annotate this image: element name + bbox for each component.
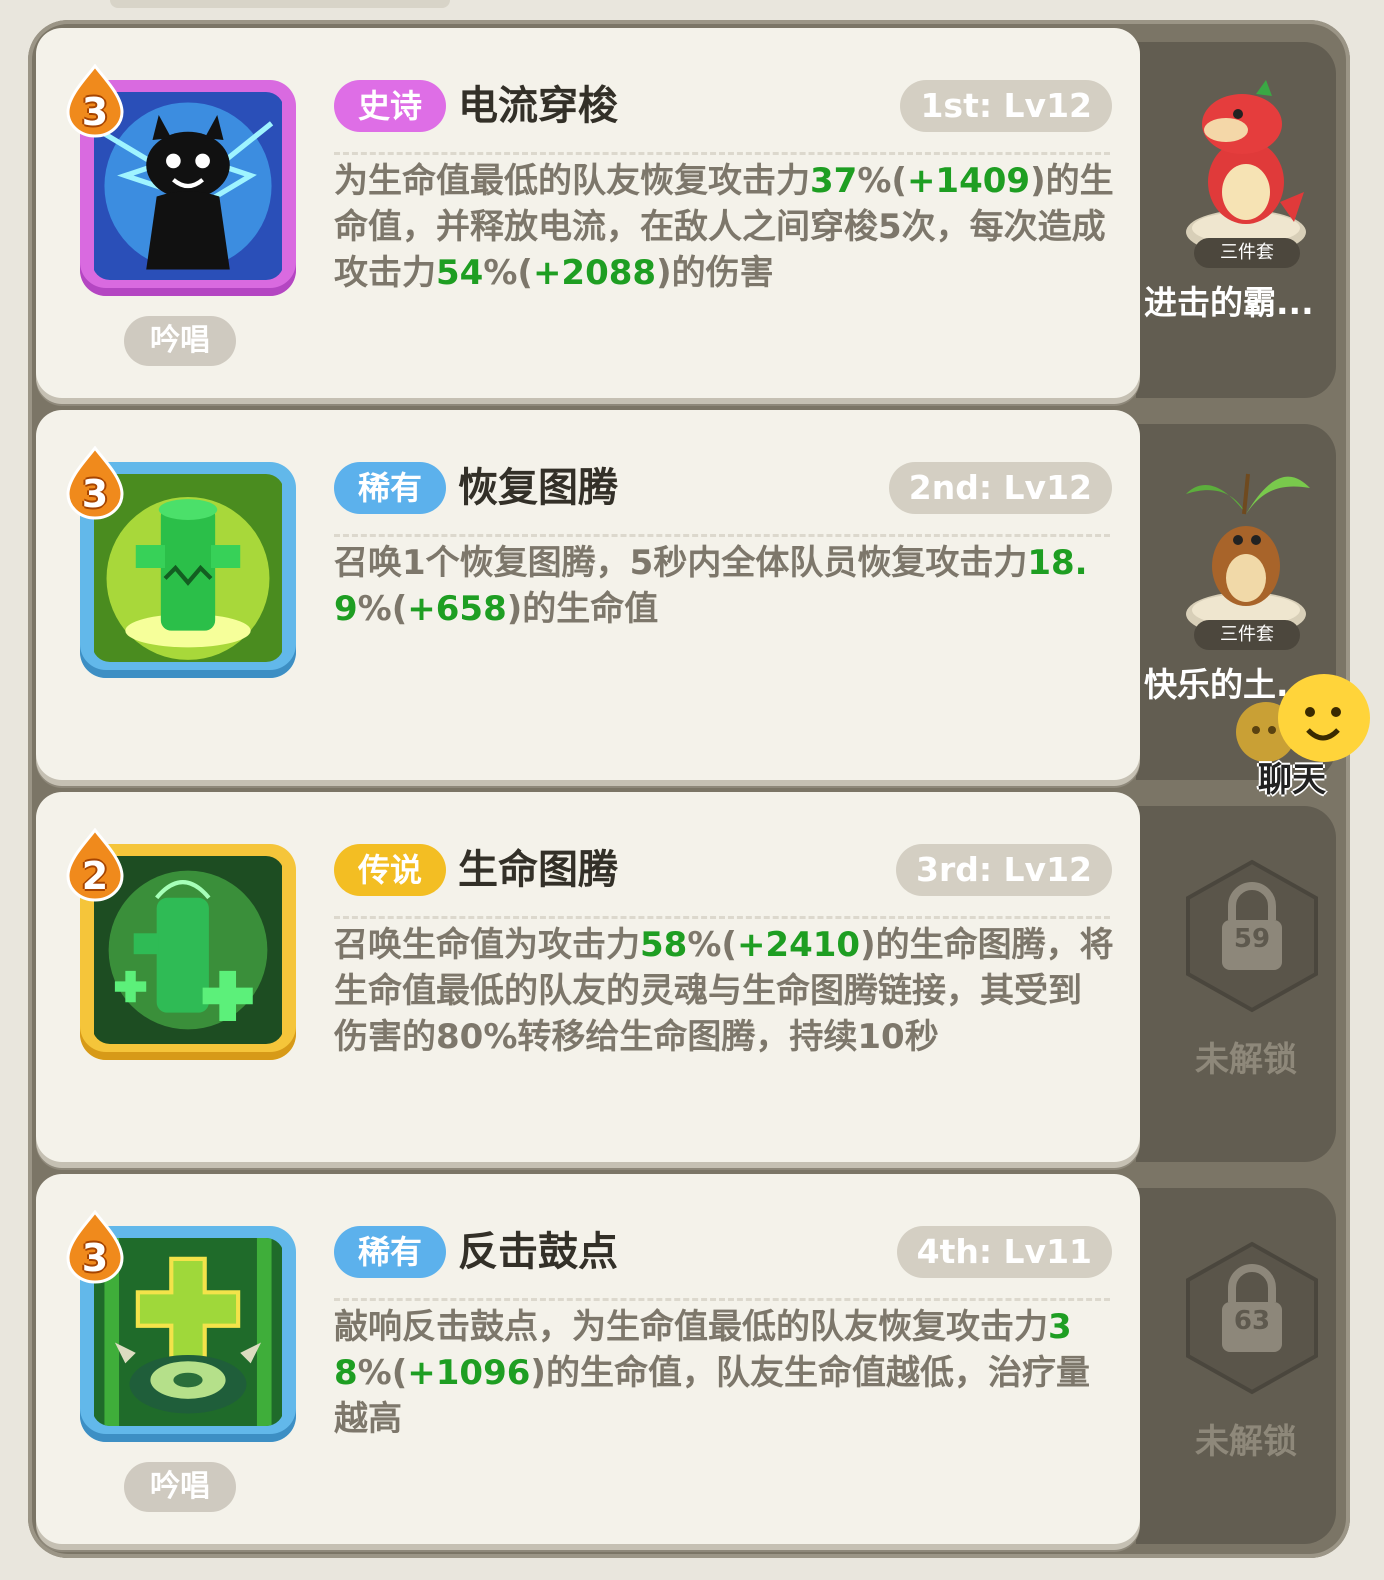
tier-number: 2 bbox=[81, 854, 109, 898]
description-text: 敲响反击鼓点，为生命值最低的队友恢复攻击力 bbox=[334, 1307, 1048, 1347]
tier-badge: 3 bbox=[66, 1210, 124, 1284]
skill-card[interactable]: 3 稀有 恢复图腾 2nd: Lv12 召唤1个恢复图腾，5秒内全体队员恢复攻击… bbox=[36, 410, 1140, 780]
skill-description: 召唤1个恢复图腾，5秒内全体队员恢复攻击力18.9%(+658)的生命值 bbox=[334, 540, 1114, 632]
description-text: %( bbox=[357, 589, 408, 629]
unlock-level: 63 bbox=[1233, 1306, 1271, 1336]
description-text: 为生命值最低的队友恢复攻击力 bbox=[334, 161, 810, 201]
description-text: )的伤害 bbox=[656, 253, 774, 293]
skill-card[interactable]: 3 吟唱 稀有 反击鼓点 4th: Lv11 敲响反击鼓点，为生命值最低的队友恢… bbox=[36, 1174, 1140, 1544]
skill-row-4: 63 未解锁 3 吟唱 稀有 反击鼓点 4th: Lv11 敲响反击鼓点，为生命… bbox=[36, 1174, 1336, 1546]
highlight-number: +1096 bbox=[407, 1353, 531, 1393]
red-dino-figure bbox=[1186, 80, 1306, 254]
skill-name: 生命图腾 bbox=[458, 847, 618, 893]
set-badge: 三件套 bbox=[1194, 620, 1300, 650]
description-text: 召唤1个恢复图腾，5秒内全体队员恢复攻击力 bbox=[334, 543, 1028, 583]
skill-card[interactable]: 2 传说 生命图腾 3rd: Lv12 召唤生命值为攻击力58%(+2410)的… bbox=[36, 792, 1140, 1162]
skill-row-1: 三件套 进击的霸... 3 吟唱 史诗 电流穿梭 1st: Lv12 为生命值最… bbox=[36, 28, 1336, 400]
skill-card[interactable]: 3 吟唱 史诗 电流穿梭 1st: Lv12 为生命值最低的队友恢复攻击力37%… bbox=[36, 28, 1140, 398]
tier-number: 3 bbox=[81, 1236, 109, 1280]
groundhog-figure bbox=[1186, 473, 1310, 636]
skill-level-pill: 4th: Lv11 bbox=[896, 1226, 1112, 1278]
tier-badge: 3 bbox=[66, 64, 124, 138]
set-name: 进击的霸... bbox=[1144, 283, 1314, 322]
rarity-badge: 稀有 bbox=[334, 462, 446, 514]
chant-tag: 吟唱 bbox=[124, 1462, 236, 1512]
skill-row-2: 三件套 快乐的土. 3 稀有 恢复图腾 2nd: Lv12 召唤1个恢复图腾，5… bbox=[36, 410, 1336, 782]
description-text: %( bbox=[857, 161, 907, 201]
highlight-number: 37 bbox=[810, 161, 858, 201]
tier-number: 3 bbox=[81, 472, 109, 516]
description-text: %( bbox=[357, 1353, 408, 1393]
skill-name: 电流穿梭 bbox=[458, 83, 618, 129]
divider bbox=[334, 152, 1110, 155]
chant-tag: 吟唱 bbox=[124, 316, 236, 366]
locked-label: 未解锁 bbox=[1195, 1422, 1297, 1462]
highlight-number: +2410 bbox=[736, 925, 861, 965]
set-panel-1[interactable]: 三件套 进击的霸... bbox=[1136, 42, 1336, 398]
tier-number: 3 bbox=[81, 90, 109, 134]
skill-description: 召唤生命值为攻击力58%(+2410)的生命图腾，将生命值最低的队友的灵魂与生命… bbox=[334, 922, 1114, 1060]
set-panel-4-locked: 63 未解锁 bbox=[1136, 1188, 1336, 1544]
rarity-badge: 史诗 bbox=[334, 80, 446, 132]
skill-level-pill: 2nd: Lv12 bbox=[888, 462, 1112, 514]
skill-level-pill: 3rd: Lv12 bbox=[895, 844, 1112, 896]
description-text: 召唤生命值为攻击力 bbox=[334, 925, 640, 965]
skill-description: 敲响反击鼓点，为生命值最低的队友恢复攻击力38%(+1096)的生命值，队友生命… bbox=[334, 1304, 1114, 1442]
highlight-number: 54 bbox=[436, 253, 484, 293]
rarity-badge: 稀有 bbox=[334, 1226, 446, 1278]
skill-name: 反击鼓点 bbox=[458, 1229, 618, 1275]
divider bbox=[334, 1298, 1110, 1301]
highlight-number: +658 bbox=[407, 589, 507, 629]
tier-badge: 3 bbox=[66, 446, 124, 520]
locked-label: 未解锁 bbox=[1195, 1040, 1297, 1080]
set-panel-3-locked: 59 未解锁 bbox=[1136, 806, 1336, 1162]
skill-row-3: 59 未解锁 2 传说 生命图腾 3rd: Lv12 召唤生命值为攻击力58%(… bbox=[36, 792, 1336, 1164]
tier-badge: 2 bbox=[66, 828, 124, 902]
chat-button-label[interactable]: 聊天 bbox=[1258, 752, 1326, 801]
rarity-badge: 传说 bbox=[334, 844, 446, 896]
set-badge: 三件套 bbox=[1194, 238, 1300, 268]
skill-description: 为生命值最低的队友恢复攻击力37%(+1409)的生命值，并释放电流，在敌人之间… bbox=[334, 158, 1114, 296]
description-text: %( bbox=[483, 253, 533, 293]
highlight-number: +1409 bbox=[906, 161, 1031, 201]
unlock-level: 59 bbox=[1233, 924, 1271, 954]
skill-level-pill: 1st: Lv12 bbox=[900, 80, 1112, 132]
skill-name: 恢复图腾 bbox=[458, 465, 618, 511]
divider bbox=[334, 916, 1110, 919]
description-text: %( bbox=[687, 925, 737, 965]
highlight-number: 58 bbox=[640, 925, 688, 965]
description-text: )的生命值 bbox=[506, 589, 659, 629]
divider bbox=[334, 534, 1110, 537]
highlight-number: +2088 bbox=[532, 253, 657, 293]
top-edge bbox=[110, 0, 450, 8]
